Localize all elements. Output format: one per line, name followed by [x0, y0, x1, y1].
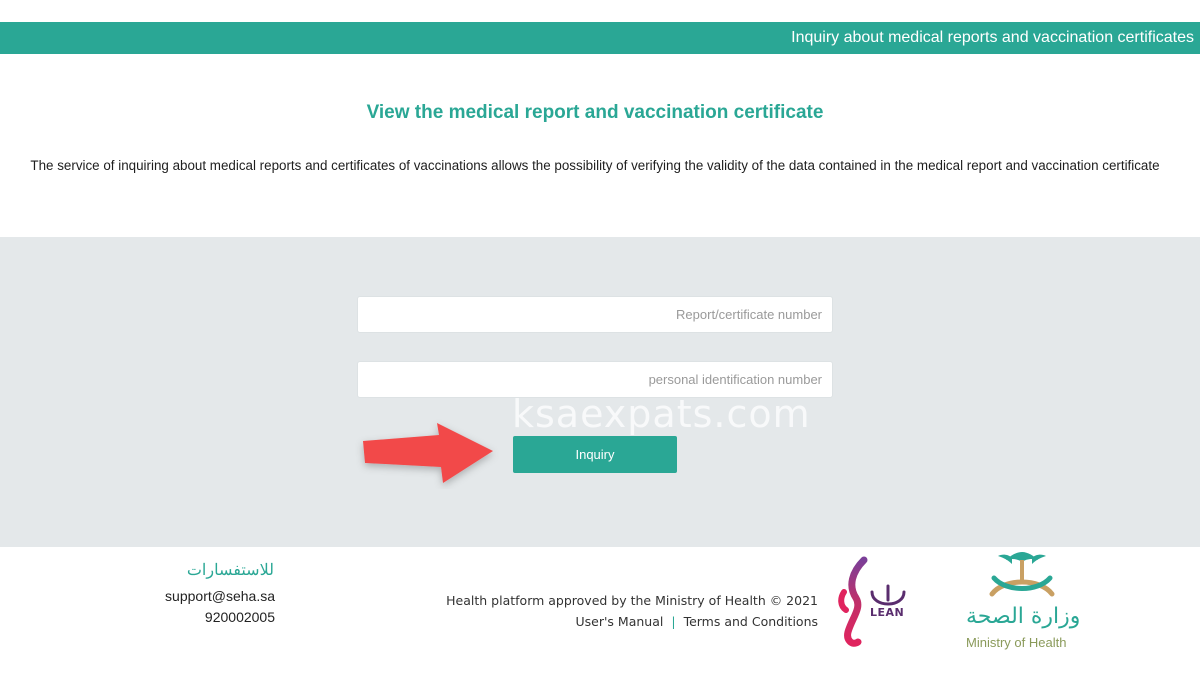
ministry-arabic-name: وزارة الصحة [966, 604, 1081, 629]
lean-logo-text: LEAN [870, 606, 905, 619]
report-number-input[interactable] [357, 296, 833, 333]
top-header-bar: Inquiry about medical reports and vaccin… [0, 22, 1200, 54]
inquiry-button[interactable]: Inquiry [513, 436, 677, 473]
header-title: Inquiry about medical reports and vaccin… [791, 29, 1194, 46]
users-manual-link[interactable]: User's Manual [576, 614, 664, 629]
copyright-text: Health platform approved by the Ministry… [446, 593, 818, 608]
lean-logo-icon [838, 556, 906, 647]
support-phone: 920002005 [204, 609, 275, 625]
inquiry-form-panel: ksaexpats.com Inquiry [0, 237, 1200, 547]
ministry-of-health-emblem-icon [989, 552, 1055, 597]
service-description: The service of inquiring about medical r… [30, 158, 1160, 173]
support-email[interactable]: support@seha.sa [165, 588, 275, 604]
footer-links: User's Manual | Terms and Conditions [576, 614, 819, 629]
contact-title: للاستفسارات [186, 562, 274, 579]
terms-link[interactable]: Terms and Conditions [684, 614, 818, 629]
right-arrow-icon [363, 423, 493, 483]
link-separator: | [671, 614, 676, 629]
ministry-english-name: Ministry of Health [966, 635, 1067, 650]
watermark-text: ksaexpats.com [512, 392, 811, 436]
page-title: View the medical report and vaccination … [366, 102, 824, 123]
